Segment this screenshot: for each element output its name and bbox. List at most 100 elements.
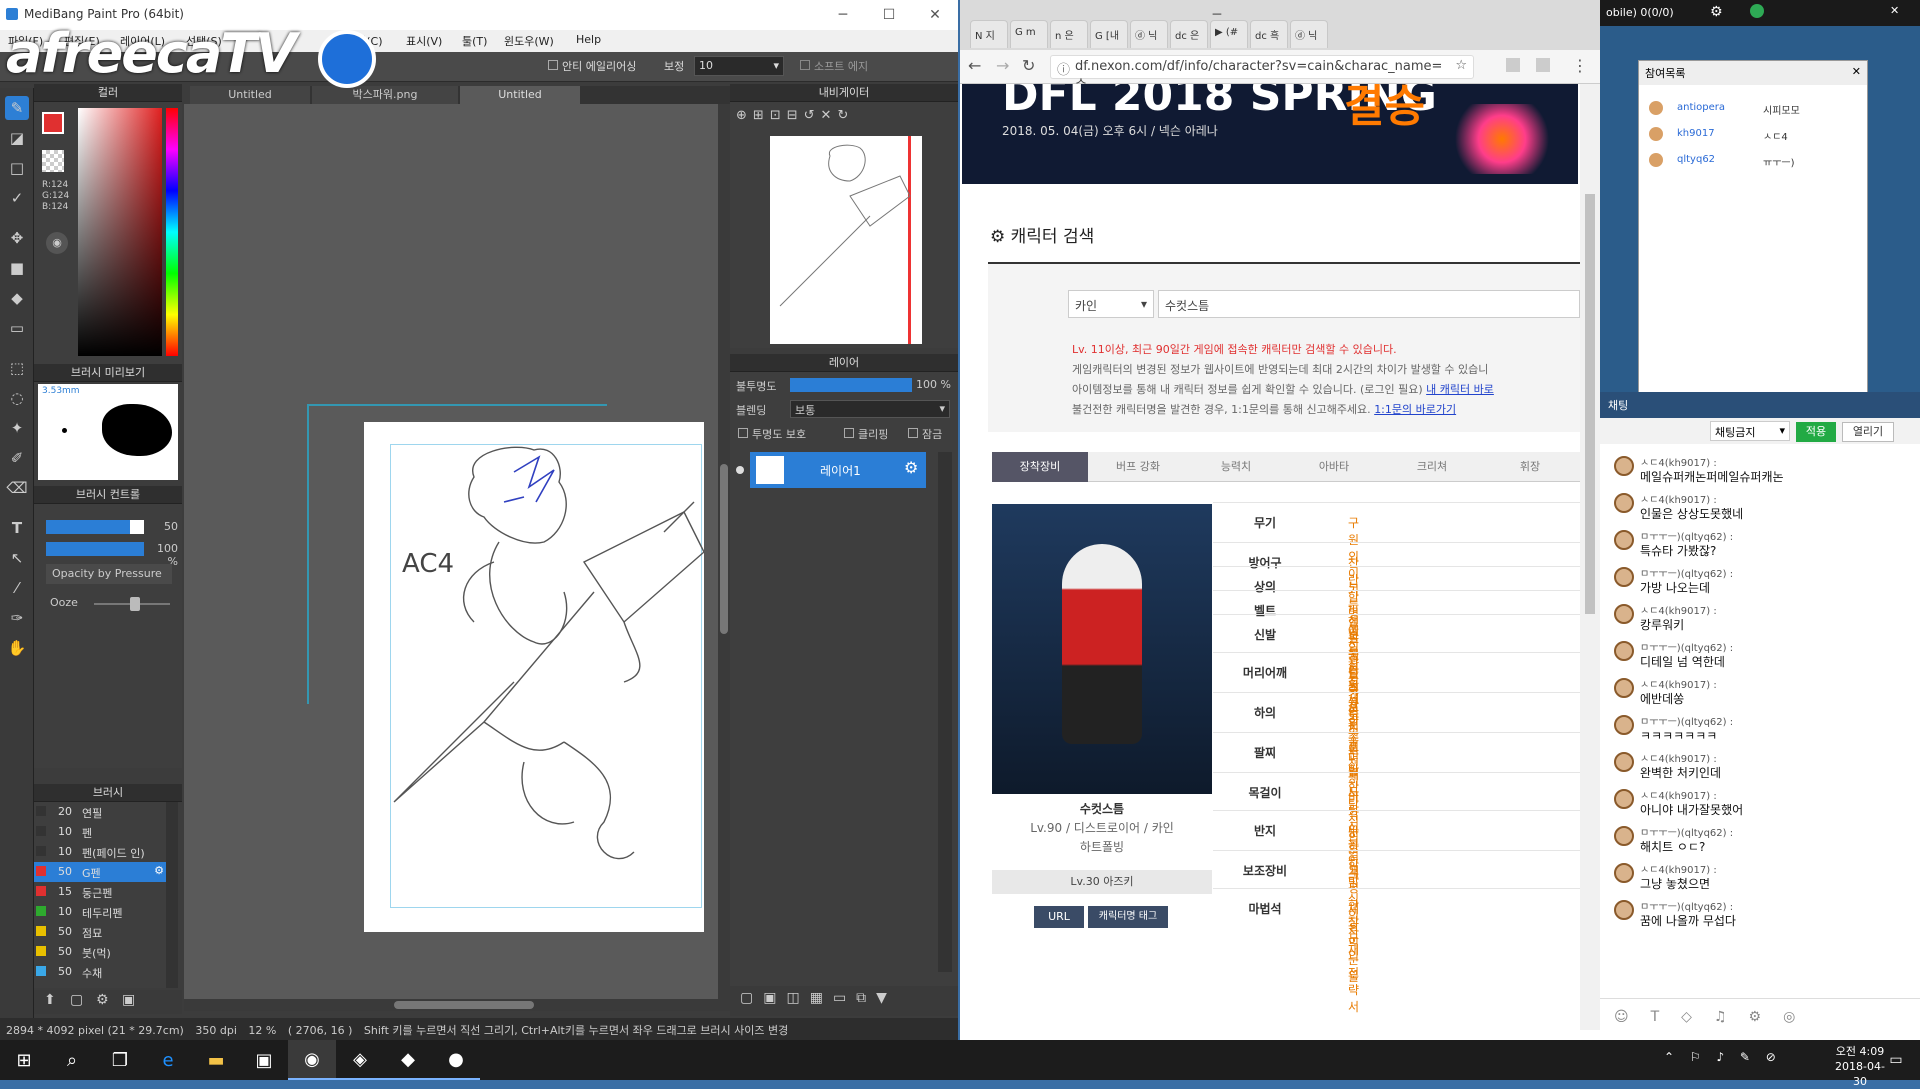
server-select[interactable]: 카인 ▾	[1068, 290, 1154, 318]
primary-color-swatch[interactable]	[42, 112, 64, 134]
eraser-tool-icon[interactable]: ◪	[5, 126, 29, 150]
browser-tab[interactable]: G m	[1010, 20, 1048, 48]
correction-select[interactable]: 10 ▾	[694, 56, 784, 76]
eyedropper-tool-icon[interactable]: ⁄	[5, 576, 29, 600]
protect-checkbox[interactable]	[738, 428, 748, 438]
rect-tool-icon[interactable]: □	[5, 156, 29, 180]
chat-nick[interactable]: ㅁㅜㅜㅡ)(qltyq62) :	[1640, 565, 1733, 580]
menu-view[interactable]: 표시(V)	[406, 33, 442, 49]
address-bar[interactable]: ⓘ df.nexon.com/df/info/character?sv=cain…	[1050, 55, 1474, 93]
brush-list-item[interactable]: 50 G펜 ⚙	[34, 862, 166, 882]
browser-tab[interactable]: n 은	[1050, 20, 1088, 48]
explorer-icon[interactable]: ▬	[192, 1040, 240, 1080]
add-brush-icon[interactable]: ⬆	[44, 992, 56, 1008]
bell-icon[interactable]: ♫	[1714, 1009, 1727, 1028]
rotate-left-icon[interactable]: ↺	[804, 108, 815, 130]
clip-checkbox[interactable]	[844, 428, 854, 438]
chat-nick[interactable]: ㅁㅜㅜㅡ)(qltyq62) :	[1640, 713, 1733, 728]
brush-list-item[interactable]: 10 펜(페이드 인)	[34, 842, 166, 862]
select-tool-icon[interactable]: ⬚	[5, 356, 29, 380]
pen-tool-icon[interactable]: ✓	[5, 186, 29, 210]
equipment-item[interactable]: 체광의 눈물	[1348, 900, 1359, 985]
tab-untitled-1[interactable]: Untitled	[190, 86, 310, 104]
opacity-by-pressure-button[interactable]: Opacity by Pressure	[46, 564, 172, 584]
brush-size-slider-handle[interactable]	[130, 520, 144, 534]
gear-icon[interactable]: ⚙	[154, 864, 164, 877]
text-tool-icon[interactable]: T	[5, 516, 29, 540]
maximize-button[interactable]: ☐	[866, 0, 912, 30]
ooze-slider-handle[interactable]	[130, 597, 140, 611]
app-icon-2[interactable]: ◆	[384, 1040, 432, 1080]
close-icon[interactable]: ✕	[1890, 4, 1899, 17]
chat-open-button[interactable]: 열리기	[1842, 422, 1894, 442]
participant-row[interactable]: qltyq62 ㅠㅜㅡ)	[1639, 149, 1867, 173]
chat-apply-btn[interactable]: 적용	[1796, 422, 1836, 442]
brush-size-slider[interactable]	[46, 520, 130, 534]
layer-visibility-icon[interactable]	[736, 466, 744, 474]
medibang-taskbar-icon[interactable]: ●	[432, 1040, 480, 1080]
brush-list-scrollbar[interactable]	[166, 802, 178, 988]
character-tab[interactable]: 능력치	[1188, 452, 1284, 482]
edge-icon[interactable]: e	[144, 1040, 192, 1080]
close-icon[interactable]: ✕	[1852, 65, 1861, 78]
chat-nick[interactable]: ㅅㄷ4(kh9017) :	[1640, 787, 1717, 802]
browser-minimize-button[interactable]: ─	[1194, 0, 1240, 30]
browser-tab[interactable]: ⓓ 닉	[1130, 20, 1168, 48]
character-tab[interactable]: 장착장비	[992, 452, 1088, 482]
brush-list-item[interactable]: 10 펜	[34, 822, 166, 842]
menu-tool[interactable]: 툴(T)	[462, 33, 487, 49]
browser-tab[interactable]: G [내	[1090, 20, 1128, 48]
dropper-tool-icon[interactable]: ✑	[5, 606, 29, 630]
zoom-out-icon[interactable]: ⊟	[787, 108, 798, 130]
settings-icon[interactable]: ⚙	[1749, 1009, 1762, 1028]
chat-nick[interactable]: ㅁㅜㅜㅡ)(qltyq62) :	[1640, 824, 1733, 839]
zoom-in-icon[interactable]: ⊞	[753, 108, 764, 130]
layer-scrollbar[interactable]	[938, 452, 952, 972]
hand-tool-icon[interactable]: ✋	[5, 636, 29, 660]
brush-opacity-slider[interactable]	[46, 542, 144, 556]
character-tag-button[interactable]: 캐릭터명 태그	[1088, 906, 1168, 928]
extension-icon-2[interactable]	[1536, 58, 1550, 72]
tab-box-png[interactable]: 박스파워.png	[312, 86, 458, 104]
new-1bit-layer-icon[interactable]: ▦	[810, 990, 823, 1012]
canvas-hscroll[interactable]	[184, 999, 730, 1011]
color-wheel-icon[interactable]: ◉	[46, 232, 68, 254]
browser-tab[interactable]: ⓓ 닉	[1290, 20, 1328, 48]
close-button[interactable]: ✕	[912, 0, 958, 30]
store-icon[interactable]: ▣	[240, 1040, 288, 1080]
transparent-swatch[interactable]	[42, 150, 64, 172]
new-halftone-layer-icon[interactable]: ▣	[763, 990, 776, 1012]
chat-nick[interactable]: ㅅㄷ4(kh9017) :	[1640, 861, 1717, 876]
character-tab[interactable]: 버프 강화	[1090, 452, 1186, 482]
settings-icon[interactable]: ⚙	[1710, 4, 1723, 20]
lock-checkbox[interactable]	[908, 428, 918, 438]
character-name-input[interactable]: 수컷스틈	[1158, 290, 1580, 318]
participant-row[interactable]: kh9017 ㅅㄷ4	[1639, 123, 1867, 147]
browser-tab[interactable]: N 지	[970, 20, 1008, 48]
antialias-checkbox[interactable]	[548, 60, 558, 70]
chat-nick[interactable]: ㅅㄷ4(kh9017) :	[1640, 491, 1717, 506]
character-tab[interactable]: 휘장	[1482, 452, 1578, 482]
forward-icon[interactable]: →	[996, 56, 1009, 75]
page-scrollbar[interactable]	[1580, 84, 1600, 1030]
font-icon[interactable]: T	[1651, 1009, 1660, 1028]
search-icon[interactable]: ⌕	[48, 1040, 96, 1080]
gradient-tool-icon[interactable]: ▭	[5, 316, 29, 340]
operation-tool-icon[interactable]: ↖	[5, 546, 29, 570]
notification-icon[interactable]: ▭	[1872, 1040, 1920, 1080]
new-layer-icon[interactable]: ▢	[740, 990, 753, 1012]
bucket-tool-icon[interactable]: ◆	[5, 286, 29, 310]
bookmark-star-icon[interactable]: ☆	[1455, 58, 1467, 73]
page-scroll-thumb[interactable]	[1585, 194, 1595, 614]
character-tab[interactable]: 크리쳐	[1384, 452, 1480, 482]
delete-brush-icon[interactable]: ▣	[122, 992, 135, 1008]
layer-opacity-slider[interactable]	[790, 378, 912, 392]
merge-layer-icon[interactable]: ▼	[876, 990, 887, 1012]
chat-nick[interactable]: ㅅㄷ4(kh9017) :	[1640, 602, 1717, 617]
participant-row[interactable]: antiopera 시피모모	[1639, 97, 1867, 121]
lasso-tool-icon[interactable]: ◌	[5, 386, 29, 410]
move-tool-icon[interactable]: ✥	[5, 226, 29, 250]
layer-settings-icon[interactable]: ⚙	[904, 458, 918, 477]
character-tab[interactable]: 아바타	[1286, 452, 1382, 482]
reset-icon[interactable]: ✕	[821, 108, 832, 130]
